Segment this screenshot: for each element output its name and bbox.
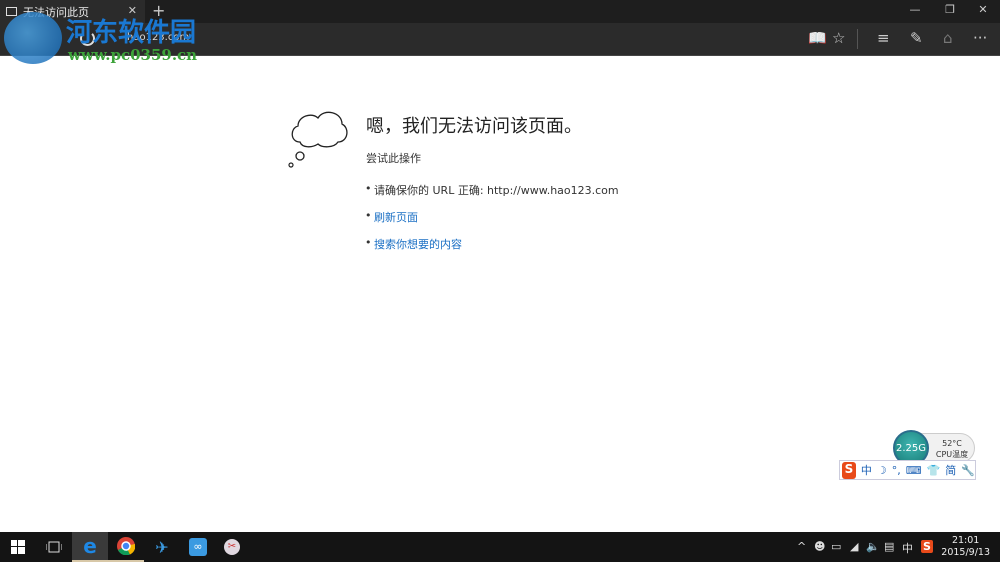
suggestion-text: 请确保你的 URL 正确: http://www.hao123.com <box>374 184 619 197</box>
tab-title: 无法访问此页 <box>23 5 89 19</box>
suggestion-search: 搜索你想要的内容 <box>365 236 619 252</box>
web-note-icon[interactable]: ✎ <box>910 29 923 47</box>
sogou-tray-icon[interactable]: S <box>921 540 933 553</box>
tool-app-icon[interactable]: ✂ <box>214 532 250 562</box>
refresh-icon[interactable] <box>80 31 95 46</box>
ime-settings-icon[interactable]: 🔧 <box>961 464 975 477</box>
task-view-icon[interactable] <box>36 532 72 562</box>
tray-expand-icon[interactable]: ^ <box>797 540 806 553</box>
address-input[interactable]: hao123.com <box>127 32 189 43</box>
clock-date: 2015/9/13 <box>941 547 990 558</box>
ime-keyboard-icon[interactable]: ⌨ <box>906 464 922 477</box>
restore-button[interactable]: ❐ <box>935 3 965 16</box>
tray-ime-mode[interactable]: 中 <box>902 540 913 556</box>
address-bar-row: hao123.com 📖 ☆ ≡ ✎ ⌂ ··· <box>0 23 1000 56</box>
tab-page-icon <box>6 7 17 16</box>
favorite-star-icon[interactable]: ☆ <box>832 29 845 47</box>
suggestion-check-url: 请确保你的 URL 正确: http://www.hao123.com <box>365 182 619 198</box>
ime-halfwidth-icon[interactable]: ☽ <box>877 464 887 477</box>
sogou-logo-icon[interactable]: S <box>842 461 856 479</box>
thought-cloud-icon <box>288 111 348 168</box>
chrome-taskbar-icon[interactable] <box>108 532 144 562</box>
clock-time: 21:01 <box>951 535 980 546</box>
close-window-button[interactable]: ✕ <box>968 3 998 16</box>
share-icon[interactable]: ⌂ <box>943 29 953 47</box>
taskbar: e ✈ ∞ ✂ ^ ☻ ▭ ◢ 🔈 ▤ 中 S 21:01 2015/9/13 <box>0 532 1000 562</box>
error-heading: 嗯，我们无法访问该页面。 <box>366 116 582 137</box>
ime-punctuation-icon[interactable]: °, <box>892 464 901 477</box>
clock[interactable]: 21:01 2015/9/13 <box>941 535 990 559</box>
ime-toolbar: S 中 ☽ °, ⌨ 👕 简 🔧 <box>839 460 976 480</box>
error-subheading: 尝试此操作 <box>366 152 421 165</box>
ime-simplified-button[interactable]: 简 <box>945 462 956 478</box>
tray-app-icon[interactable]: ☻ <box>814 540 825 553</box>
edge-taskbar-icon[interactable]: e <box>72 532 108 562</box>
cpu-temp: 52°C <box>942 439 962 448</box>
refresh-page-link[interactable]: 刷新页面 <box>374 211 418 224</box>
suggestion-refresh: 刷新页面 <box>365 209 619 225</box>
error-panel: 嗯，我们无法访问该页面。 尝试此操作 请确保你的 URL 正确: http://… <box>365 112 619 263</box>
volume-icon[interactable]: 🔈 <box>866 540 880 553</box>
wifi-icon[interactable]: ◢ <box>850 540 858 553</box>
cloud-app-icon[interactable]: ∞ <box>180 532 216 562</box>
ime-mode-button[interactable]: 中 <box>861 462 872 478</box>
cpu-temp-label: CPU温度 <box>935 450 969 459</box>
tab-close-button[interactable]: ✕ <box>128 4 137 17</box>
ime-skin-icon[interactable]: 👕 <box>927 464 941 477</box>
action-center-icon[interactable]: ▤ <box>884 540 894 553</box>
minimize-button[interactable]: — <box>900 3 930 16</box>
hub-icon[interactable]: ≡ <box>877 29 890 47</box>
battery-icon[interactable]: ▭ <box>831 540 841 553</box>
more-icon[interactable]: ··· <box>973 29 987 47</box>
search-content-link[interactable]: 搜索你想要的内容 <box>374 238 462 251</box>
suggestion-list: 请确保你的 URL 正确: http://www.hao123.com 刷新页面… <box>365 182 619 252</box>
bird-app-icon[interactable]: ✈ <box>144 532 180 562</box>
reading-view-icon[interactable]: 📖 <box>808 29 827 47</box>
title-bar: 无法访问此页 ✕ + — ❐ ✕ <box>0 0 1000 23</box>
new-tab-button[interactable]: + <box>152 1 165 20</box>
tab-active[interactable]: 无法访问此页 ✕ <box>0 0 145 23</box>
toolbar-divider <box>857 29 858 49</box>
start-windows-icon[interactable] <box>0 532 36 562</box>
